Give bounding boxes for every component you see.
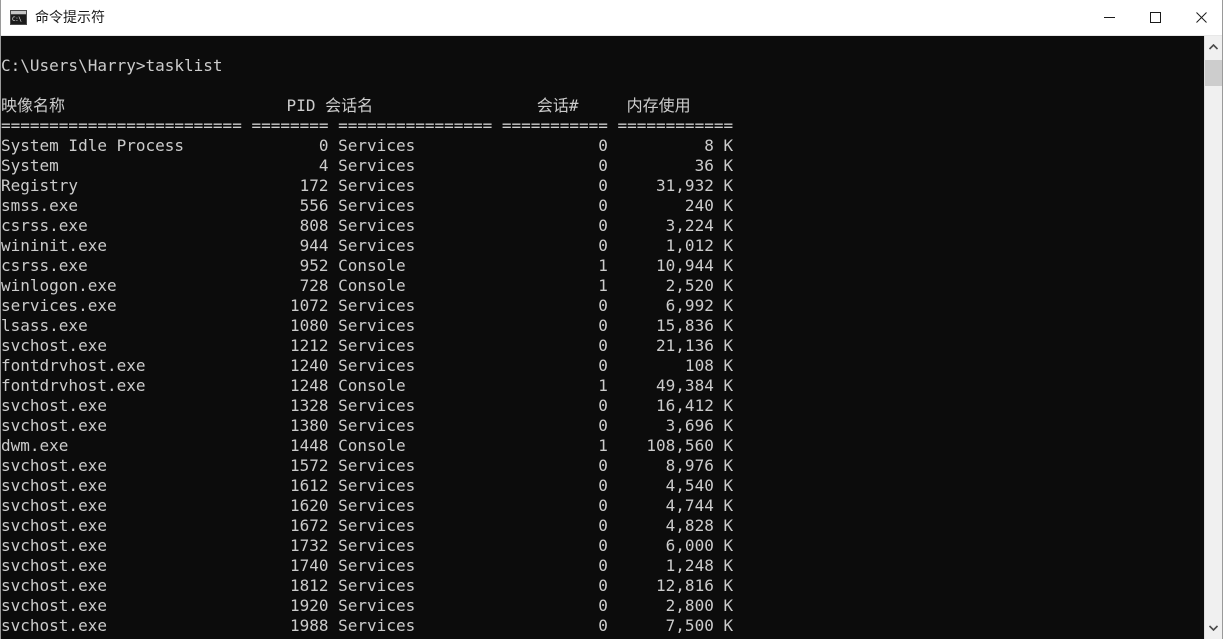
console-process-row: svchost.exe 1812 Services 0 12,816 K <box>1 576 734 595</box>
scrollbar-track[interactable] <box>1205 58 1222 617</box>
title-bar[interactable]: C:\ 命令提示符 <box>1 0 1222 36</box>
console-process-row: csrss.exe 808 Services 0 3,224 K <box>1 216 734 235</box>
cmd-icon-text: C:\ <box>11 15 26 24</box>
console-header-row: 映像名称 PID 会话名 会话# 内存使用 <box>1 96 691 115</box>
console-process-row: lsass.exe 1080 Services 0 15,836 K <box>1 316 734 335</box>
console-process-row: System 4 Services 0 36 K <box>1 156 734 175</box>
console-process-row: fontdrvhost.exe 1248 Console 1 49,384 K <box>1 376 734 395</box>
minimize-icon <box>1103 17 1115 18</box>
chevron-down-icon <box>1209 625 1218 631</box>
console-process-row: svchost.exe 1380 Services 0 3,696 K <box>1 416 734 435</box>
console-process-row: System Idle Process 0 Services 0 8 K <box>1 136 734 155</box>
console-process-row: wininit.exe 944 Services 0 1,012 K <box>1 236 734 255</box>
console-process-row: svchost.exe 1732 Services 0 6,000 K <box>1 536 734 555</box>
vertical-scrollbar[interactable] <box>1204 36 1222 639</box>
console-process-row: svchost.exe 1672 Services 0 4,828 K <box>1 516 734 535</box>
console-process-row: svchost.exe 1212 Services 0 21,136 K <box>1 336 734 355</box>
console-process-row: services.exe 1072 Services 0 6,992 K <box>1 296 734 315</box>
console-text: C:\Users\Harry>tasklist 映像名称 PID 会话名 会话#… <box>1 36 733 636</box>
console-process-row: svchost.exe 1612 Services 0 4,540 K <box>1 476 734 495</box>
console-process-row: dwm.exe 1448 Console 1 108,560 K <box>1 436 734 455</box>
chevron-up-icon <box>1209 44 1218 50</box>
console-process-row: svchost.exe 1920 Services 0 2,800 K <box>1 596 734 615</box>
console-process-row: Registry 172 Services 0 31,932 K <box>1 176 734 195</box>
console-process-row: svchost.exe 1988 Services 0 7,500 K <box>1 616 734 635</box>
console-process-row: winlogon.exe 728 Console 1 2,520 K <box>1 276 734 295</box>
console-process-row: svchost.exe 1620 Services 0 4,744 K <box>1 496 734 515</box>
console-process-row: fontdrvhost.exe 1240 Services 0 108 K <box>1 356 734 375</box>
maximize-button[interactable] <box>1132 0 1178 35</box>
window-title: 命令提示符 <box>35 9 105 26</box>
window-controls <box>1086 0 1222 35</box>
minimize-button[interactable] <box>1086 0 1132 35</box>
console-separator-row: ========================= ======== =====… <box>1 116 734 135</box>
console-process-row: svchost.exe 1572 Services 0 8,976 K <box>1 456 734 475</box>
scroll-up-button[interactable] <box>1205 36 1222 58</box>
cmd-icon: C:\ <box>10 10 27 25</box>
close-icon <box>1195 12 1207 23</box>
console-process-row: svchost.exe 1740 Services 0 1,248 K <box>1 556 734 575</box>
console-prompt-line: C:\Users\Harry>tasklist <box>1 56 223 75</box>
console-output-area[interactable]: C:\Users\Harry>tasklist 映像名称 PID 会话名 会话#… <box>1 36 1206 639</box>
close-button[interactable] <box>1178 0 1222 35</box>
console-process-row: svchost.exe 1328 Services 0 16,412 K <box>1 396 734 415</box>
console-process-row: csrss.exe 952 Console 1 10,944 K <box>1 256 734 275</box>
scroll-down-button[interactable] <box>1205 617 1222 639</box>
cmd-window: C:\ 命令提示符 C:\Users\Harry>tasklist 映像名称 P… <box>0 0 1223 639</box>
scrollbar-thumb[interactable] <box>1205 60 1222 86</box>
maximize-icon <box>1149 12 1161 23</box>
console-process-row: smss.exe 556 Services 0 240 K <box>1 196 734 215</box>
